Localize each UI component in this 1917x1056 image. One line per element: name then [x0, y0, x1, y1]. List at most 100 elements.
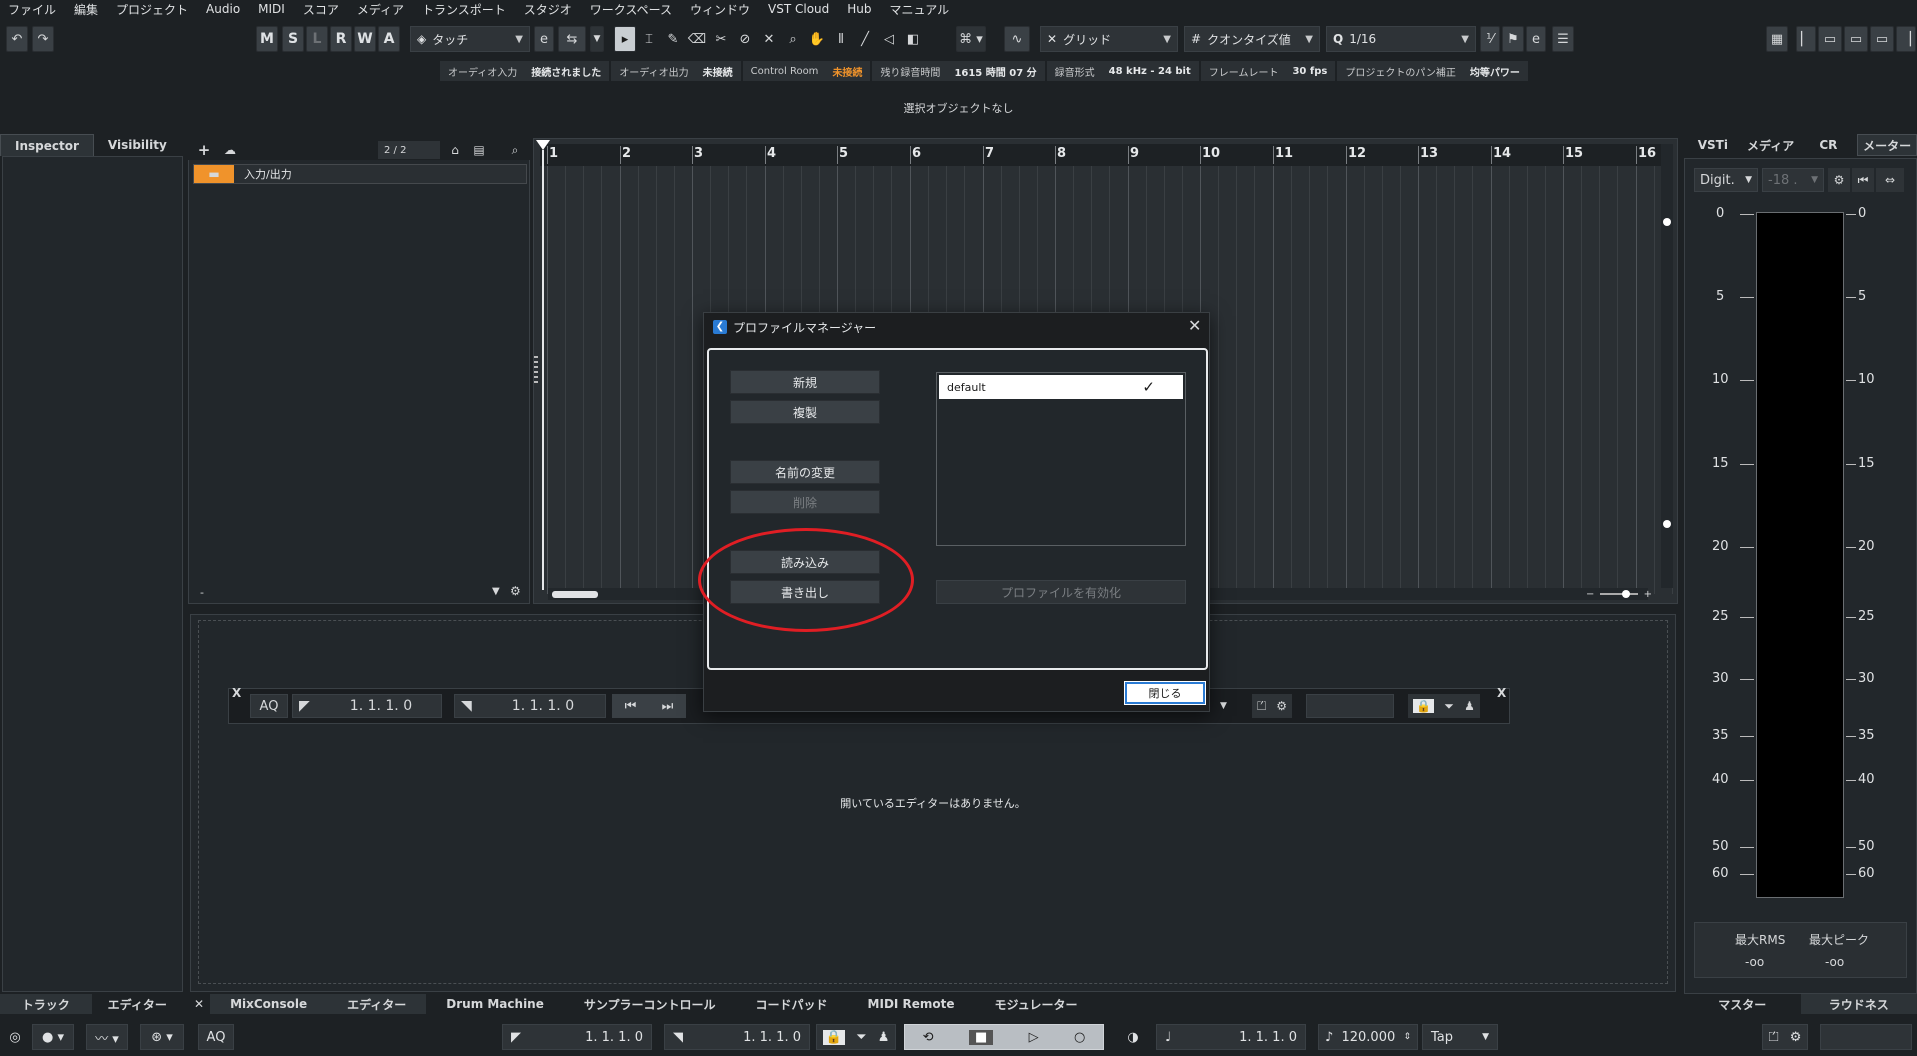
playhead-marker[interactable]: [536, 140, 550, 150]
timewarp-tool[interactable]: ⫴: [830, 26, 852, 52]
menu-item-10[interactable]: ウィンドウ: [682, 1, 760, 18]
tap-tempo-button[interactable]: Tap ▼: [1422, 1024, 1498, 1050]
close-icon-right[interactable]: X: [1497, 686, 1506, 700]
menu-item-12[interactable]: Hub: [839, 2, 881, 16]
object-selection-tool[interactable]: ▸: [614, 26, 636, 52]
vertical-zoom-knob-2[interactable]: [1663, 520, 1671, 528]
tab-lower-6[interactable]: モジュレーター: [975, 994, 1098, 1014]
tab-lower-5[interactable]: MIDI Remote: [848, 994, 975, 1014]
menu-item-2[interactable]: プロジェクト: [108, 1, 198, 18]
menu-item-7[interactable]: トランスポート: [414, 1, 516, 18]
transport-left-locator[interactable]: ◤ 1. 1. 1. 0: [502, 1024, 652, 1050]
tab-visibility[interactable]: Visibility: [94, 134, 181, 156]
tab-master[interactable]: マスター: [1684, 994, 1801, 1014]
right-zone-show-button[interactable]: ▕: [1896, 26, 1916, 52]
glue-tool[interactable]: ⊘: [734, 26, 756, 52]
split-tool[interactable]: ✂: [710, 26, 732, 52]
play-icon[interactable]: ▷: [1029, 1030, 1039, 1045]
duplicate-profile-button[interactable]: 複製: [730, 400, 880, 424]
tab-lower-1[interactable]: エディター: [327, 994, 427, 1014]
midi-dropdown[interactable]: ⊛ ▾: [140, 1024, 184, 1050]
left-locator-field[interactable]: ◤ 1. 1. 1. 0: [292, 694, 442, 718]
tab-media[interactable]: メディア: [1742, 134, 1800, 156]
record-icon[interactable]: ○: [1074, 1030, 1085, 1045]
quantize-edit-button[interactable]: e: [1526, 26, 1546, 52]
transport-value-field[interactable]: [1820, 1024, 1912, 1050]
automation-mode-dropdown[interactable]: ◈ タッチ ▼: [410, 26, 530, 52]
menu-item-13[interactable]: マニュアル: [882, 1, 960, 18]
tab-lower-4[interactable]: コードパッド: [736, 994, 848, 1014]
snap-type-dropdown[interactable]: ✕ グリッド ▼: [1040, 26, 1178, 52]
tab-editor-left[interactable]: エディター: [92, 994, 184, 1014]
menu-item-3[interactable]: Audio: [198, 2, 250, 16]
meter-width-button[interactable]: ⇔: [1876, 168, 1904, 192]
rename-profile-button[interactable]: 名前の変更: [730, 460, 880, 484]
edit-mode-button[interactable]: e: [534, 26, 554, 52]
snap-mode-dropdown[interactable]: ⌘ ▾: [956, 26, 986, 52]
track-row[interactable]: ▬ 入力/出力: [193, 164, 527, 184]
add-track-button[interactable]: +: [194, 141, 214, 159]
transport-position[interactable]: ♩ 1. 1. 1. 0: [1156, 1024, 1306, 1050]
tab-vsti[interactable]: VSTi: [1684, 134, 1742, 156]
automation-button-a[interactable]: A: [378, 26, 400, 52]
tempo-field[interactable]: ♪ 120.000 ⇕: [1318, 1024, 1418, 1050]
color-tool[interactable]: ◧: [902, 26, 924, 52]
waveform-dropdown[interactable]: 〰 ▾: [86, 1024, 128, 1050]
stop-icon[interactable]: ■: [968, 1029, 994, 1045]
close-icon[interactable]: ✕: [188, 994, 210, 1014]
automation-button-m[interactable]: M: [256, 26, 278, 52]
menu-item-5[interactable]: スコア: [295, 1, 349, 18]
ripple-button[interactable]: ⇆: [558, 26, 586, 52]
chevron-down-icon[interactable]: ▼: [492, 586, 500, 597]
transport-right-locator[interactable]: ◥ 1. 1. 1. 0: [664, 1024, 810, 1050]
quantize-value-dropdown[interactable]: Q 1/16 ▼: [1326, 26, 1476, 52]
menu-item-6[interactable]: メディア: [349, 1, 414, 18]
menu-item-9[interactable]: ワークスペース: [582, 1, 682, 18]
transport-lock-controls[interactable]: 🔒 ⏷ ♟: [816, 1024, 896, 1050]
menu-item-4[interactable]: MIDI: [250, 2, 295, 16]
draw-tool[interactable]: ✎: [662, 26, 684, 52]
new-profile-button[interactable]: 新規: [730, 370, 880, 394]
go-to-start-icon[interactable]: ⏮: [625, 699, 637, 714]
aq-button[interactable]: AQ: [250, 694, 288, 718]
range-tool[interactable]: ⌶: [638, 26, 660, 52]
right-locator-field[interactable]: ◥ 1. 1. 1. 0: [454, 694, 606, 718]
align-button[interactable]: ☰: [1552, 26, 1574, 52]
transport-aq-button[interactable]: AQ: [198, 1024, 234, 1050]
tab-cr[interactable]: CR: [1800, 134, 1858, 156]
resize-handle[interactable]: [534, 356, 538, 384]
tab-lower-0[interactable]: MixConsole: [210, 994, 328, 1014]
window-layout-button[interactable]: ▦: [1766, 26, 1788, 52]
menu-item-1[interactable]: 編集: [66, 1, 108, 18]
meter-settings-button[interactable]: ⚙: [1828, 168, 1850, 192]
tab-meter[interactable]: メーター: [1857, 134, 1917, 156]
zoom-tool[interactable]: ⌕: [782, 26, 804, 52]
snap-on-button[interactable]: ∿: [1004, 26, 1030, 52]
lower-zone-button[interactable]: ▭: [1844, 26, 1868, 52]
close-icon[interactable]: ✕: [1188, 316, 1201, 335]
close-icon[interactable]: X: [232, 686, 241, 700]
right-zone-button[interactable]: ▭: [1870, 26, 1894, 52]
ripple-dropdown[interactable]: ▼: [590, 26, 604, 52]
menu-item-0[interactable]: ファイル: [0, 1, 66, 18]
automation-button-l[interactable]: L: [306, 26, 328, 52]
close-button[interactable]: 閉じる: [1124, 681, 1206, 705]
delete-profile-button[interactable]: 削除: [730, 490, 880, 514]
home-button[interactable]: ⌂: [444, 141, 466, 159]
activate-profile-button[interactable]: プロファイルを有効化: [936, 580, 1186, 604]
go-to-end-icon[interactable]: ⏭: [662, 699, 674, 714]
record-mode-dropdown[interactable]: ● ▾: [32, 1024, 74, 1050]
punch-button[interactable]: ◑: [1120, 1024, 1146, 1050]
automation-button-r[interactable]: R: [330, 26, 352, 52]
left-zone-show-button[interactable]: ▭: [1818, 26, 1842, 52]
gear-icon[interactable]: ⚙: [510, 584, 521, 598]
iterative-quantize-button[interactable]: ⅟: [1480, 26, 1500, 52]
transport-menu-button[interactable]: ◎: [4, 1024, 26, 1050]
hand-tool[interactable]: ✋: [806, 26, 828, 52]
undo-button[interactable]: ↶: [6, 26, 28, 52]
redo-button[interactable]: ↷: [32, 26, 54, 52]
meter-mode-dropdown[interactable]: Digit. ▼: [1694, 168, 1758, 192]
scrollbar-thumb[interactable]: [552, 591, 598, 598]
cycle-icon[interactable]: ⟲: [923, 1030, 934, 1045]
search-button[interactable]: ⌕: [504, 141, 526, 159]
